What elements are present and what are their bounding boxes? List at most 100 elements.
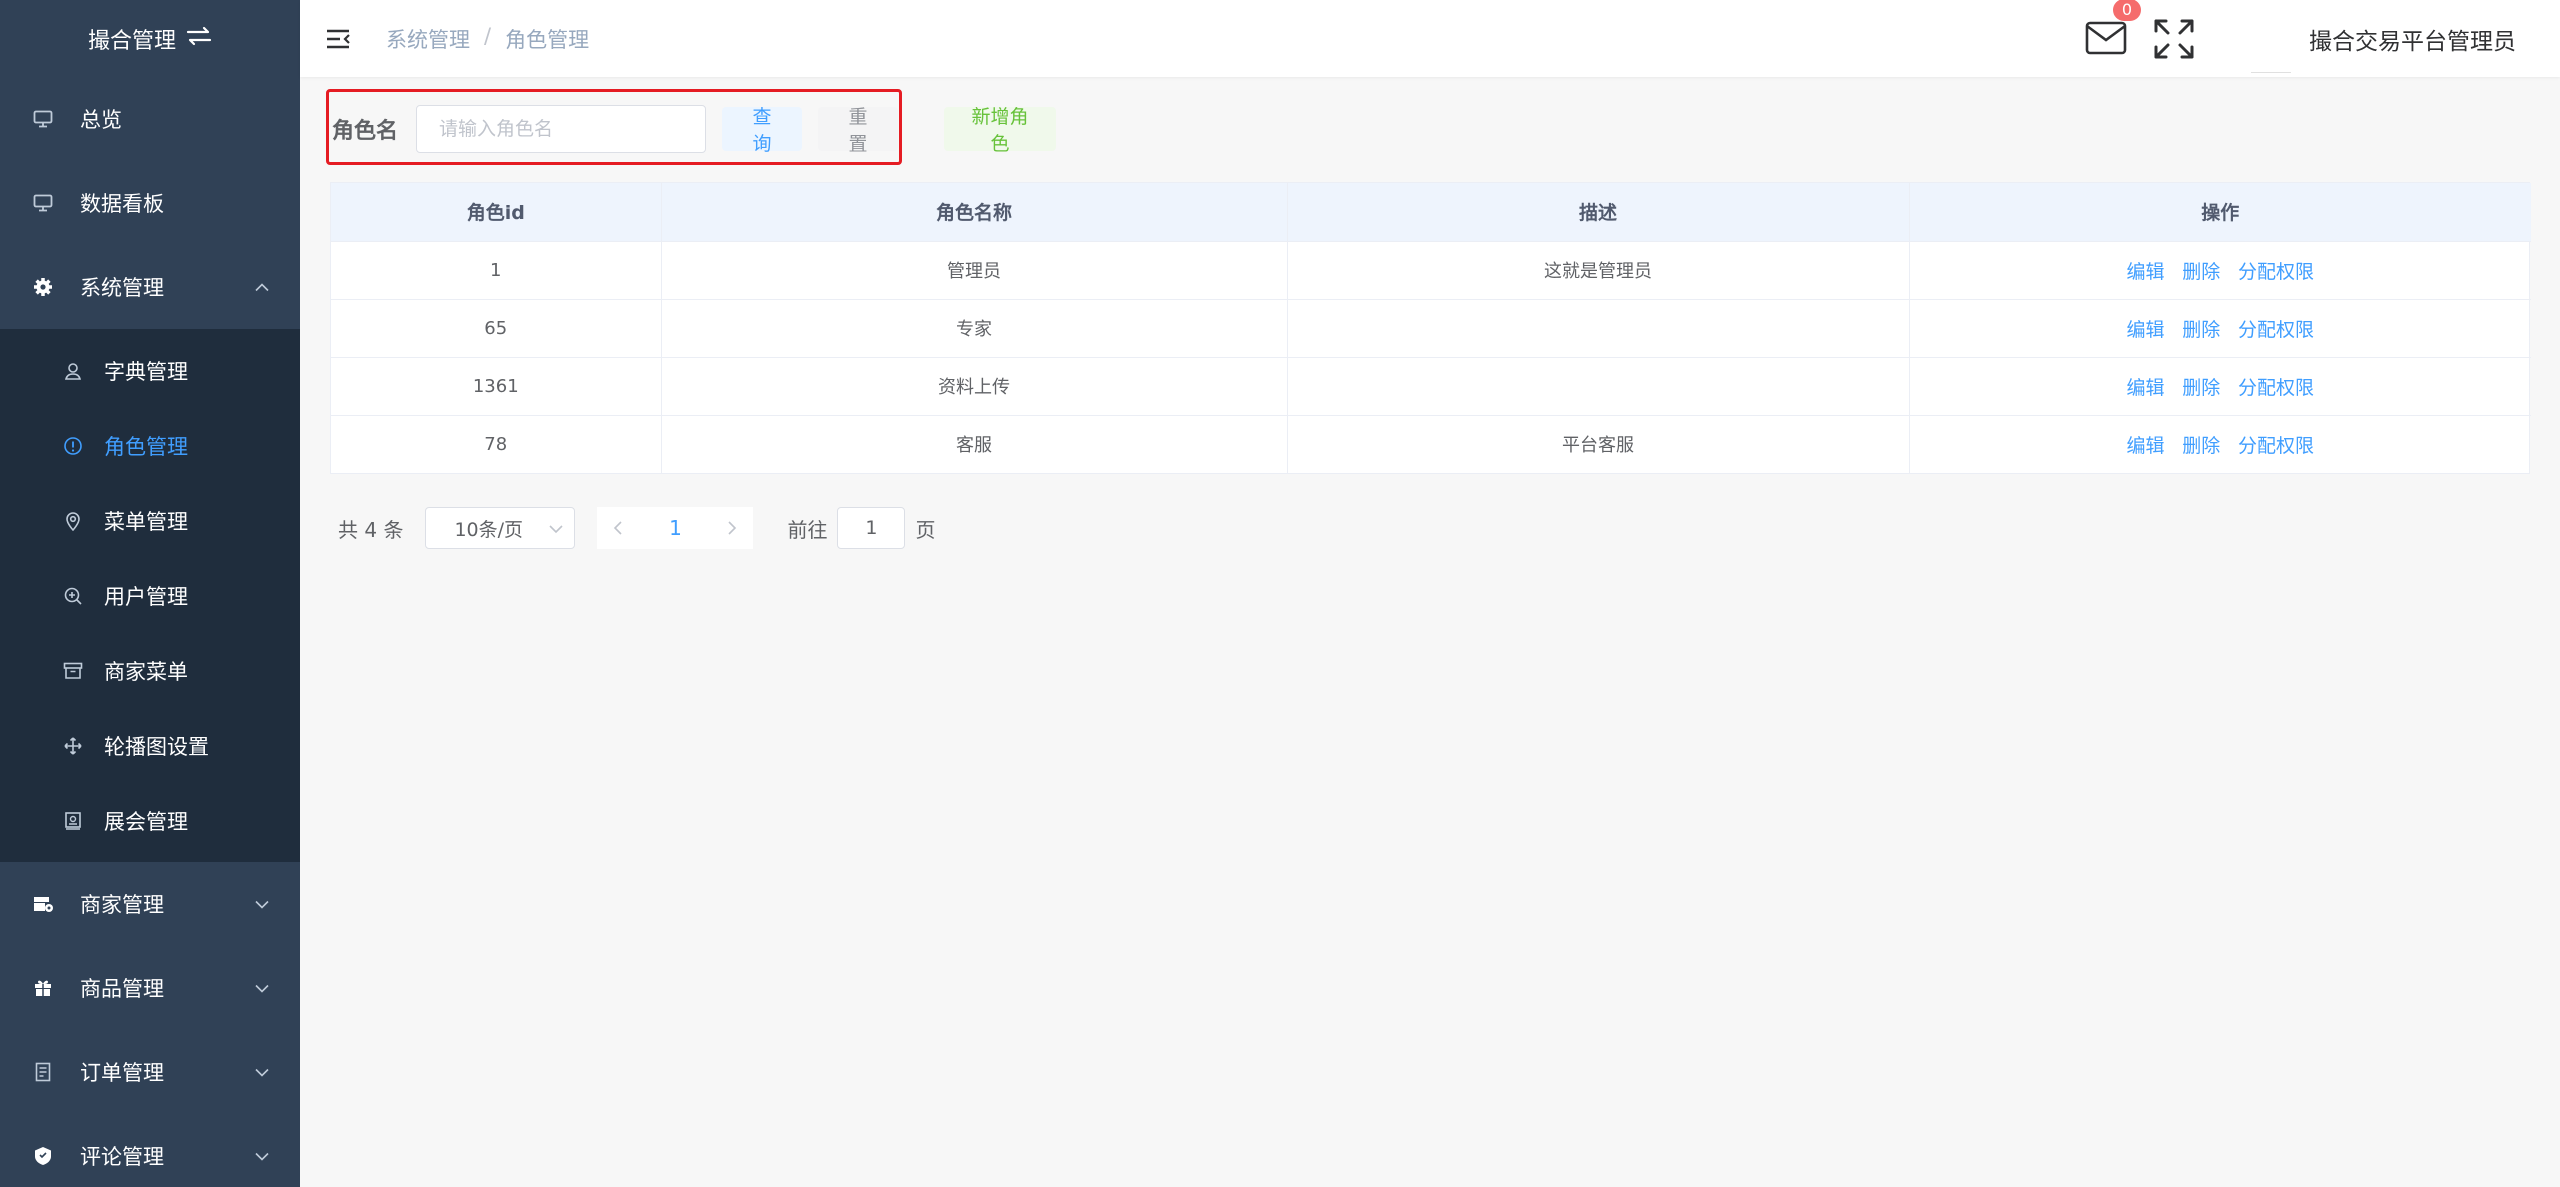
chevron-down-icon — [254, 1063, 270, 1082]
search-toolbar: 角色名 查询 重置 新增角色 — [330, 105, 1057, 155]
sidebar-item-comments[interactable]: 评论管理 — [0, 1114, 300, 1187]
assign-permission-link[interactable]: 分配权限 — [2238, 377, 2314, 399]
cell-actions: 编辑 删除 分配权限 — [1909, 241, 2531, 300]
chevron-up-icon — [254, 278, 270, 297]
zoom-in-icon — [62, 585, 84, 607]
sidebar-item-menus[interactable]: 菜单管理 — [0, 483, 300, 558]
table-row: 1361 资料上传 编辑 删除 分配权限 — [331, 357, 2531, 416]
breadcrumb-item: 角色管理 — [505, 27, 590, 52]
sidebar-item-label: 用户管理 — [104, 584, 188, 609]
cell-role-name: 专家 — [661, 299, 1288, 358]
cell-actions: 编辑 删除 分配权限 — [1909, 357, 2531, 416]
next-page-icon[interactable] — [711, 520, 753, 536]
sidebar-item-carousel[interactable]: 轮播图设置 — [0, 708, 300, 783]
hamburger-icon[interactable] — [326, 28, 352, 50]
sidebar-item-products[interactable]: 商品管理 — [0, 946, 300, 1030]
fullscreen-icon[interactable] — [2153, 18, 2195, 60]
sidebar-item-dashboard[interactable]: 数据看板 — [0, 161, 300, 245]
cell-role-name: 资料上传 — [661, 357, 1288, 416]
main-content: 角色名 查询 重置 新增角色 角色id 角色名称 描述 操作 1 管理员 — [300, 77, 2560, 1187]
cell-description — [1287, 357, 1910, 416]
table-header-row: 角色id 角色名称 描述 操作 — [331, 183, 2531, 242]
move-icon — [62, 735, 84, 757]
sidebar-item-label: 系统管理 — [80, 276, 164, 300]
column-header: 角色名称 — [661, 183, 1288, 242]
breadcrumb: 系统管理 / 角色管理 — [386, 24, 589, 54]
sidebar-item-label: 展会管理 — [104, 809, 188, 834]
chevron-down-icon — [254, 895, 270, 914]
box-icon — [62, 660, 84, 682]
comment-icon — [32, 1145, 54, 1167]
cell-description: 这就是管理员 — [1287, 241, 1910, 300]
cell-actions: 编辑 删除 分配权限 — [1909, 299, 2531, 358]
username[interactable]: 撮合交易平台管理员 — [2309, 22, 2516, 56]
query-button[interactable]: 查询 — [722, 106, 803, 155]
edit-link[interactable]: 编辑 — [2126, 435, 2164, 457]
breadcrumb-separator: / — [484, 23, 492, 48]
page-size-select[interactable]: 10条/页 — [425, 507, 576, 549]
mail-icon[interactable]: 0 — [2085, 0, 2141, 57]
gift-icon — [32, 977, 54, 999]
sidebar-item-orders[interactable]: 订单管理 — [0, 1030, 300, 1114]
cell-actions: 编辑 删除 分配权限 — [1909, 415, 2531, 473]
sidebar-item-label: 商家菜单 — [104, 659, 188, 684]
shop-icon — [32, 893, 54, 915]
sidebar-item-users[interactable]: 用户管理 — [0, 558, 300, 633]
submenu-system: 字典管理 角色管理 菜单管理 用户管理 商家菜单 轮播图设置 展会管理 — [0, 329, 300, 862]
cell-role-name: 管理员 — [661, 241, 1288, 300]
chevron-down-icon — [548, 517, 564, 539]
assign-permission-link[interactable]: 分配权限 — [2238, 319, 2314, 341]
sidebar-item-overview[interactable]: 总览 — [0, 77, 300, 161]
info-circle-icon — [62, 435, 84, 457]
location-icon — [62, 510, 84, 532]
role-name-input[interactable] — [416, 105, 707, 153]
sidebar-item-system[interactable]: 系统管理 — [0, 245, 300, 329]
sidebar-item-label: 总览 — [80, 108, 122, 132]
picture-icon — [62, 810, 84, 832]
goto-page-input[interactable] — [837, 507, 906, 549]
assign-permission-link[interactable]: 分配权限 — [2238, 261, 2314, 283]
edit-link[interactable]: 编辑 — [2126, 319, 2164, 341]
swap-icon[interactable] — [186, 24, 212, 54]
breadcrumb-item[interactable]: 系统管理 — [386, 24, 470, 54]
sidebar-item-dictionary[interactable]: 字典管理 — [0, 333, 300, 408]
delete-link[interactable]: 删除 — [2182, 435, 2220, 457]
sidebar-item-label: 轮播图设置 — [104, 734, 209, 759]
add-role-button[interactable]: 新增角色 — [944, 106, 1057, 155]
notification-badge: 0 — [2113, 0, 2141, 21]
sidebar-item-merchants[interactable]: 商家管理 — [0, 862, 300, 946]
document-icon — [32, 1061, 54, 1083]
chevron-down-icon — [254, 1147, 270, 1166]
reset-button[interactable]: 重置 — [818, 106, 899, 155]
column-header: 描述 — [1287, 183, 1910, 242]
logo-text: 撮合管理 — [87, 28, 176, 54]
column-header: 操作 — [1909, 183, 2531, 242]
total-count: 共 4 条 — [338, 517, 404, 542]
delete-link[interactable]: 删除 — [2182, 377, 2220, 399]
sidebar-item-label: 菜单管理 — [104, 509, 188, 534]
sidebar-item-merchant-menu[interactable]: 商家菜单 — [0, 633, 300, 708]
sidebar-item-label: 商家管理 — [80, 893, 164, 917]
avatar[interactable] — [2251, 5, 2291, 73]
goto-page: 前往 页 — [787, 507, 935, 549]
delete-link[interactable]: 删除 — [2182, 261, 2220, 283]
cell-role-id: 1361 — [331, 357, 662, 416]
page-number[interactable]: 1 — [639, 516, 711, 540]
edit-link[interactable]: 编辑 — [2126, 261, 2164, 283]
table-row: 65 专家 编辑 删除 分配权限 — [331, 299, 2531, 358]
sidebar-item-exhibition[interactable]: 展会管理 — [0, 783, 300, 858]
delete-link[interactable]: 删除 — [2182, 319, 2220, 341]
assign-permission-link[interactable]: 分配权限 — [2238, 435, 2314, 457]
sidebar-item-roles[interactable]: 角色管理 — [0, 408, 300, 483]
chevron-down-icon — [254, 979, 270, 998]
cell-role-id: 65 — [331, 299, 662, 358]
monitor-icon — [32, 108, 54, 130]
sidebar-item-label: 数据看板 — [80, 192, 164, 216]
pagination: 共 4 条 10条/页 1 前往 页 — [338, 507, 935, 549]
edit-link[interactable]: 编辑 — [2126, 377, 2164, 399]
gear-icon — [32, 276, 54, 298]
sidebar-item-label: 评论管理 — [80, 1145, 164, 1169]
prev-page-icon[interactable] — [597, 520, 639, 536]
logo[interactable]: 撮合管理 — [0, 0, 300, 77]
sidebar-item-label: 商品管理 — [80, 977, 164, 1001]
